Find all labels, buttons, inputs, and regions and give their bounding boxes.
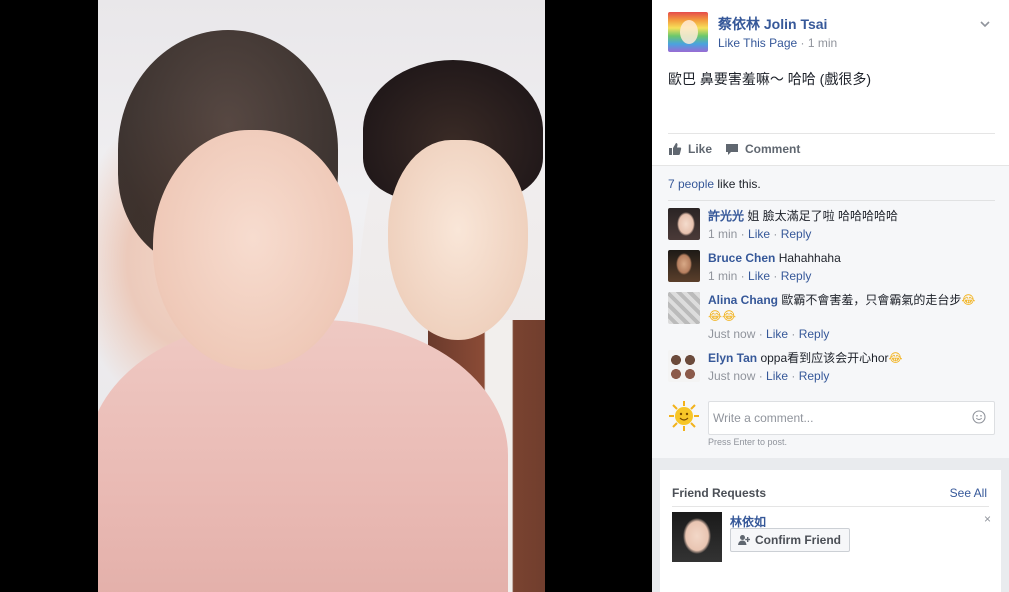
comment-time[interactable]: 1 min [708, 269, 737, 283]
comment-bubble-icon [726, 144, 738, 155]
avatar[interactable] [668, 250, 700, 282]
like-page-link[interactable]: Like This Page [718, 36, 797, 50]
sun-avatar-icon [669, 401, 699, 431]
confirm-friend-label: Confirm Friend [755, 533, 841, 547]
like-button[interactable]: Like [668, 141, 718, 159]
see-all-link[interactable]: See All [950, 486, 987, 500]
post-message: 歐巴 鼻要害羞嘛～ 哈哈 (戲很多) [668, 71, 871, 87]
photo-face-right-shape [388, 140, 528, 340]
post-photo[interactable] [98, 0, 545, 592]
divider [668, 200, 995, 201]
comment-meta: 1 min · Like · Reply [708, 269, 812, 283]
laugh-cry-emoji: 😂😂 [708, 309, 737, 323]
post-header: 蔡依林 Jolin Tsai Like This Page · 1 min [668, 12, 997, 56]
comment-button[interactable]: Comment [725, 141, 815, 159]
divider [668, 133, 995, 134]
comment-item: Elyn Tan oppa看到应该会开心hor😂 Just now · Like… [668, 350, 995, 386]
comment-meta: Just now · Like · Reply [708, 369, 830, 383]
comment-reply-link[interactable]: Reply [799, 327, 830, 341]
comment-body: 許光光 姐 臉太滿足了啦 哈哈哈哈哈 1 min · Like · Reply [708, 208, 995, 242]
avatar[interactable] [668, 292, 700, 324]
comments-section: 7 people like this. 許光光 姐 臉太滿足了啦 哈哈哈哈哈 1… [652, 165, 1009, 459]
avatar[interactable] [668, 208, 700, 240]
avatar[interactable] [668, 350, 700, 382]
comment-time[interactable]: Just now [708, 327, 755, 341]
laugh-cry-emoji: 😂 [961, 293, 976, 307]
post-time[interactable]: 1 min [808, 36, 837, 50]
close-icon[interactable]: × [984, 512, 991, 526]
photo-face-left-shape [153, 130, 353, 370]
friend-requests-section: Friend Requests See All 林依如 Confirm Frie… [652, 458, 1009, 592]
comment-like-link[interactable]: Like [748, 269, 770, 283]
thumbs-up-icon [669, 143, 682, 155]
like-label: Like [688, 142, 713, 156]
composer-hint: Press Enter to post. [708, 437, 788, 447]
comment-label: Comment [745, 142, 801, 156]
comment-time[interactable]: Just now [708, 369, 755, 383]
comment-text: 歐霸不會害羞，只會霸氣的走台步 [778, 293, 962, 307]
meta-separator: · [797, 36, 808, 50]
smiley-icon[interactable] [972, 410, 986, 424]
comment-author[interactable]: Bruce Chen [708, 251, 775, 265]
friend-requests-card: Friend Requests See All 林依如 Confirm Frie… [660, 470, 1001, 592]
comment-reply-link[interactable]: Reply [781, 227, 812, 241]
likes-summary: 7 people like this. [668, 177, 761, 191]
comment-body: Bruce Chen Hahahhaha 1 min · Like · Repl… [708, 250, 995, 284]
post-meta: Like This Page · 1 min [718, 36, 837, 50]
laugh-cry-emoji: 😂 [888, 351, 903, 365]
photo-viewer [0, 0, 652, 592]
chevron-down-icon[interactable] [979, 18, 991, 30]
comment-text: oppa看到应该会开心hor [757, 351, 889, 365]
comment-input-placeholder: Write a comment... [713, 411, 814, 425]
comment-like-link[interactable]: Like [766, 369, 788, 383]
add-friend-icon [738, 535, 750, 545]
comment-text: 姐 臉太滿足了啦 哈哈哈哈哈 [744, 209, 899, 223]
comment-body: Elyn Tan oppa看到应该会开心hor😂 Just now · Like… [708, 350, 995, 384]
page-avatar[interactable] [668, 12, 708, 52]
comment-item: 許光光 姐 臉太滿足了啦 哈哈哈哈哈 1 min · Like · Reply [668, 208, 995, 244]
friend-request-avatar[interactable] [672, 512, 722, 562]
comment-author[interactable]: Alina Chang [708, 293, 778, 307]
comment-like-link[interactable]: Like [766, 327, 788, 341]
page-name[interactable]: 蔡依林 Jolin Tsai [718, 14, 827, 34]
confirm-friend-button[interactable]: Confirm Friend [730, 528, 850, 552]
photo-sweater-shape [98, 320, 508, 592]
comment-body: Alina Chang 歐霸不會害羞，只會霸氣的走台步😂 😂😂 Just now… [708, 292, 995, 342]
comment-like-link[interactable]: Like [748, 227, 770, 241]
comment-meta: Just now · Like · Reply [708, 327, 830, 341]
comment-item: Bruce Chen Hahahhaha 1 min · Like · Repl… [668, 250, 995, 286]
likes-rest: like this. [714, 177, 761, 191]
likes-count-link[interactable]: 7 people [668, 177, 714, 191]
post-side-panel: 蔡依林 Jolin Tsai Like This Page · 1 min 歐巴… [652, 0, 1009, 592]
comment-time[interactable]: 1 min [708, 227, 737, 241]
comment-reply-link[interactable]: Reply [799, 369, 830, 383]
comment-text: Hahahhaha [775, 251, 841, 265]
comment-reply-link[interactable]: Reply [781, 269, 812, 283]
comment-author[interactable]: 許光光 [708, 209, 744, 223]
page-avatar-face [680, 20, 698, 44]
comment-input[interactable]: Write a comment... [708, 401, 995, 435]
friend-requests-title: Friend Requests [672, 486, 767, 500]
divider [672, 506, 989, 507]
comment-item: Alina Chang 歐霸不會害羞，只會霸氣的走台步😂 😂😂 Just now… [668, 292, 995, 344]
comment-author[interactable]: Elyn Tan [708, 351, 757, 365]
comment-meta: 1 min · Like · Reply [708, 227, 812, 241]
